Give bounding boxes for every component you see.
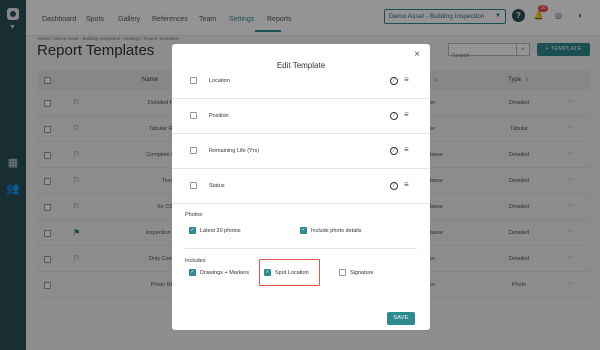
hide-icon[interactable]: ⁄: [390, 77, 398, 85]
edit-template-modal: × Edit Template Location ⁄ ≡ Position ⁄ …: [172, 44, 430, 330]
field-row-position: Position ⁄ ≡: [172, 99, 430, 134]
hide-icon[interactable]: ⁄: [390, 112, 398, 120]
hide-icon[interactable]: ⁄: [390, 182, 398, 190]
drag-handle-icon[interactable]: ≡: [404, 111, 409, 119]
checkbox-unchecked[interactable]: [339, 269, 346, 276]
includes-section-title: Includes: [185, 258, 206, 264]
divider: [185, 248, 417, 249]
close-icon[interactable]: ×: [414, 49, 420, 60]
field-row-status: Status ⁄ ≡: [172, 169, 430, 204]
field-row-remaining-life: Remaining Life (Yrs) ⁄ ≡: [172, 134, 430, 169]
highlight-box: [259, 259, 320, 286]
checkbox-checked[interactable]: ✓: [300, 227, 307, 234]
drag-handle-icon[interactable]: ≡: [404, 181, 409, 189]
photos-section-title: Photos: [185, 212, 203, 218]
field-checkbox[interactable]: [190, 182, 197, 189]
field-row-location: Location ⁄ ≡: [172, 64, 430, 99]
drag-handle-icon[interactable]: ≡: [404, 76, 409, 84]
checkbox-checked[interactable]: ✓: [189, 227, 196, 234]
field-checkbox[interactable]: [190, 147, 197, 154]
drag-handle-icon[interactable]: ≡: [404, 146, 409, 154]
field-label: Position: [209, 113, 229, 119]
field-checkbox[interactable]: [190, 77, 197, 84]
save-button[interactable]: SAVE: [387, 312, 415, 325]
field-label: Status: [209, 183, 225, 189]
hide-icon[interactable]: ⁄: [390, 147, 398, 155]
field-label: Remaining Life (Yrs): [209, 148, 260, 154]
field-label: Location: [209, 78, 230, 84]
field-checkbox[interactable]: [190, 112, 197, 119]
checkbox-checked[interactable]: ✓: [189, 269, 196, 276]
